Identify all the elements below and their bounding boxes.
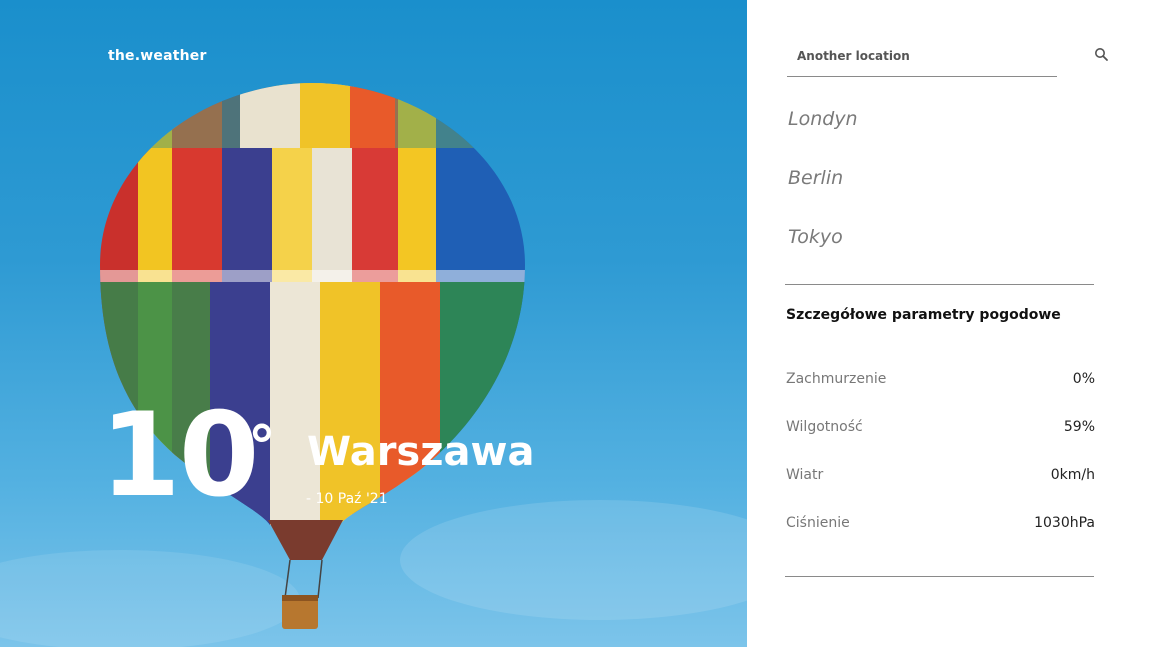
detail-value: 59%	[1063, 419, 1095, 435]
temperature-value: 10	[100, 388, 259, 523]
divider-bottom	[785, 576, 1094, 577]
detail-row-humidity: Wilgotność 59%	[786, 419, 1095, 439]
detail-label: Ciśnienie	[786, 515, 850, 531]
search-icon[interactable]	[1093, 46, 1111, 64]
side-panel: Londyn Berlin Tokyo Szczegółowe parametr…	[747, 0, 1149, 647]
degree-symbol: °	[248, 415, 276, 480]
detail-value: 1030hPa	[1034, 515, 1095, 531]
detail-value: 0km/h	[1050, 467, 1095, 483]
detail-row-wind: Wiatr 0km/h	[786, 467, 1095, 487]
search-field	[787, 38, 1057, 77]
detail-label: Wiatr	[786, 467, 824, 483]
divider-top	[785, 284, 1094, 285]
hero-background: the.weather 10 ° Warszawa - 10 Paź '21	[0, 0, 747, 647]
brand-logo: the.weather	[108, 48, 207, 64]
detail-row-cloudiness: Zachmurzenie 0%	[786, 371, 1095, 391]
location-londyn[interactable]: Londyn	[788, 108, 858, 130]
search-input[interactable]	[787, 38, 1057, 74]
hot-air-balloon-image	[0, 83, 747, 647]
detail-label: Zachmurzenie	[786, 371, 887, 387]
detail-row-pressure: Ciśnienie 1030hPa	[786, 515, 1095, 535]
location-tokyo[interactable]: Tokyo	[788, 226, 843, 248]
city-name: Warszawa	[307, 429, 535, 475]
location-berlin[interactable]: Berlin	[788, 167, 843, 189]
detail-label: Wilgotność	[786, 419, 863, 435]
details-title: Szczegółowe parametry pogodowe	[786, 307, 1061, 323]
detail-value: 0%	[1072, 371, 1095, 387]
current-date: - 10 Paź '21	[306, 491, 388, 507]
